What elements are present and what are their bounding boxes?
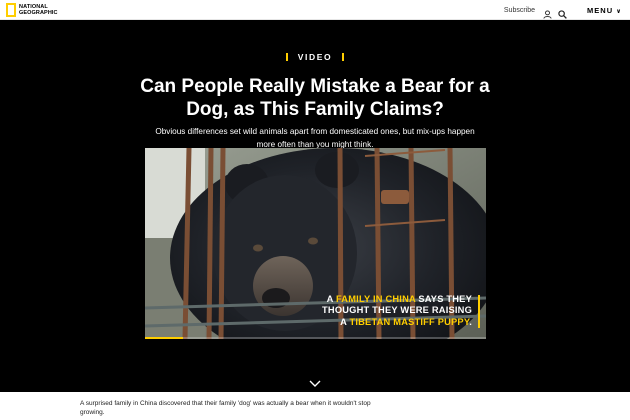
menu-button[interactable]: MENU ∨ xyxy=(587,6,622,15)
video-player[interactable]: A FAMILY IN CHINA SAYS THEY THOUGHT THEY… xyxy=(145,148,486,339)
video-caption: A FAMILY IN CHINA SAYS THEY THOUGHT THEY… xyxy=(322,294,480,329)
caption-highlight: FAMILY IN CHINA xyxy=(335,293,416,304)
top-nav: NATIONAL GEOGRAPHIC Subscribe MENU ∨ xyxy=(0,0,630,20)
kicker-label[interactable]: VIDEO xyxy=(298,52,332,62)
article-body: A surprised family in China discovered t… xyxy=(80,400,371,416)
kicker-bar-left xyxy=(285,53,288,61)
video-progress-bar[interactable] xyxy=(145,337,486,339)
video-progress-fill xyxy=(145,337,183,339)
caption-line-2: THOUGHT THEY WERE RAISING xyxy=(322,305,472,315)
page-title: Can People Really Mistake a Bear for a D… xyxy=(140,76,490,120)
kicker: VIDEO xyxy=(0,52,630,62)
caption-text: . xyxy=(469,316,472,327)
logo-wordmark: NATIONAL GEOGRAPHIC xyxy=(19,4,58,16)
subscribe-link[interactable]: Subscribe xyxy=(504,7,535,14)
search-icon[interactable] xyxy=(558,6,567,19)
logo-line-2: GEOGRAPHIC xyxy=(19,10,58,16)
caption-text: A xyxy=(326,293,336,304)
caption-highlight: TIBETAN MASTIFF PUPPY xyxy=(349,316,470,327)
caption-text: SAYS THEY xyxy=(415,293,472,304)
menu-label: MENU xyxy=(587,5,614,15)
caption-line-3: A TIBETAN MASTIFF PUPPY. xyxy=(322,317,472,329)
logo-yellow-frame xyxy=(6,3,16,17)
chevron-down-icon: ∨ xyxy=(616,8,622,15)
user-icon[interactable] xyxy=(543,6,552,19)
natgeo-logo[interactable]: NATIONAL GEOGRAPHIC xyxy=(6,2,58,18)
caption-line-1: A FAMILY IN CHINA SAYS THEY xyxy=(322,294,472,306)
chevron-down-icon[interactable] xyxy=(308,376,322,387)
nav-actions: Subscribe MENU ∨ xyxy=(504,0,622,20)
kicker-bar-right xyxy=(342,53,345,61)
caption-accent-bar xyxy=(478,294,480,328)
